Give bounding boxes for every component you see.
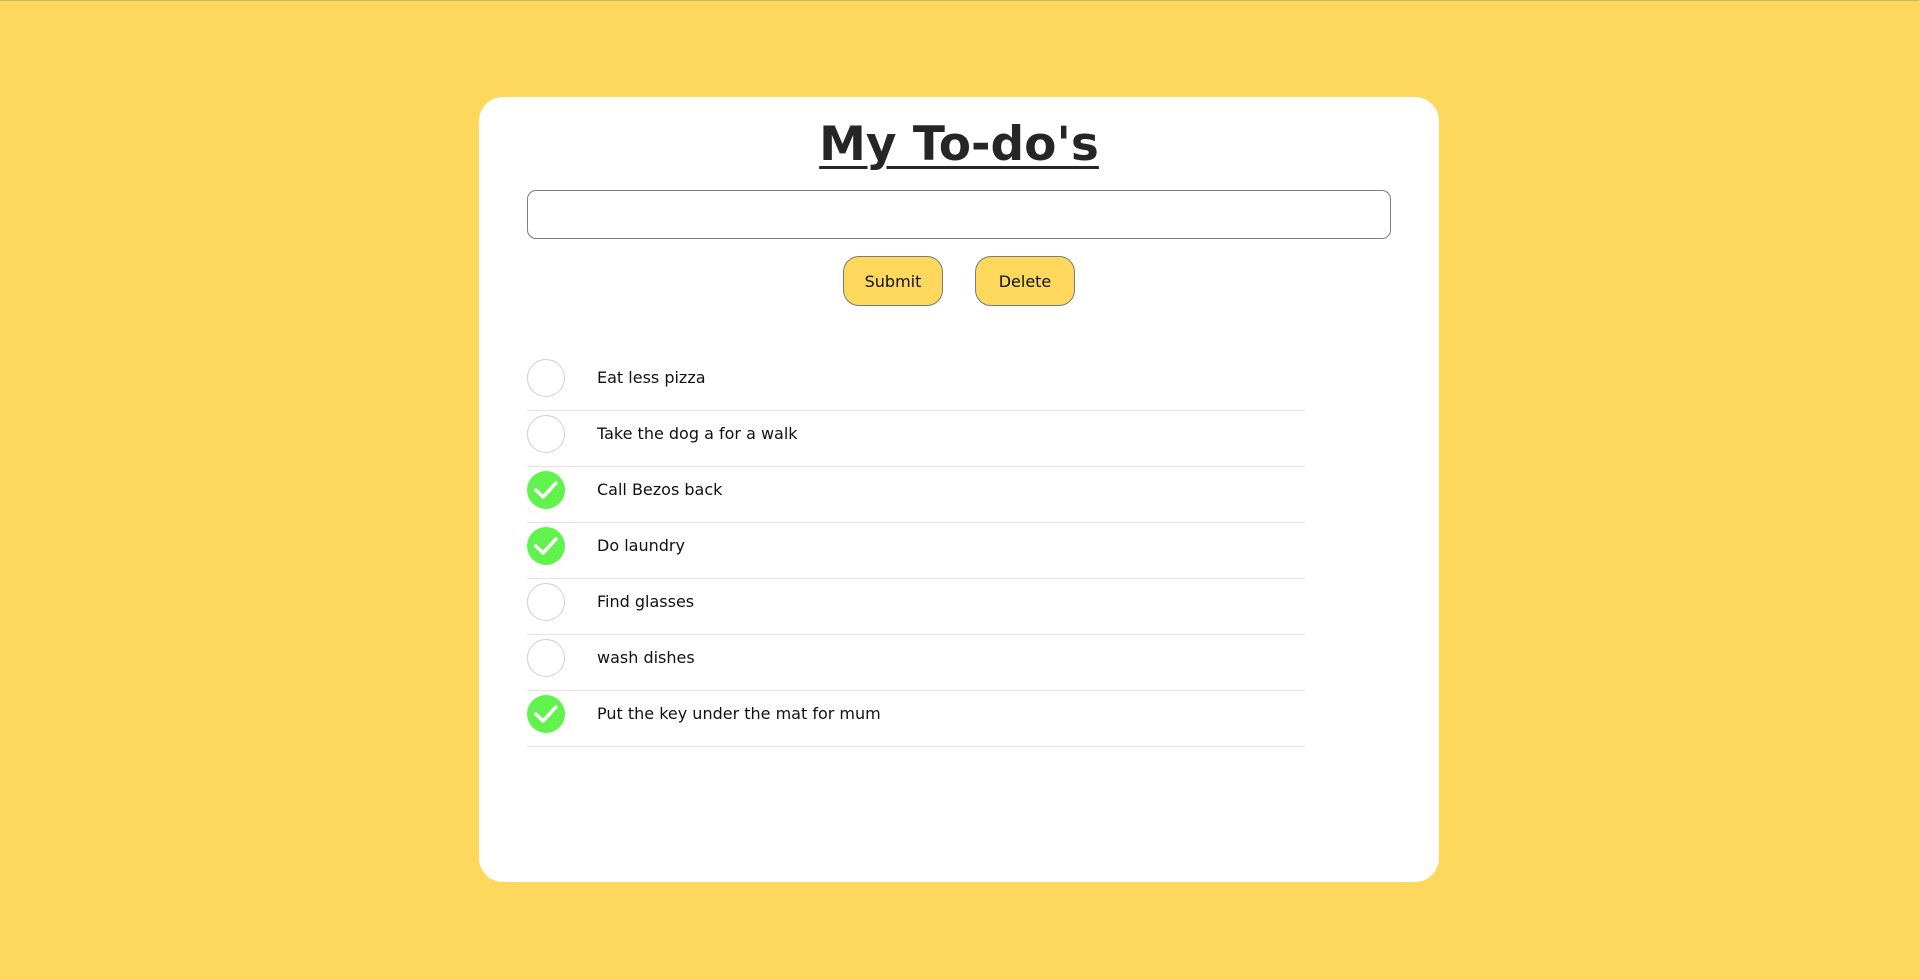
- delete-button[interactable]: Delete: [975, 256, 1075, 306]
- todo-item: Put the key under the mat for mum: [527, 691, 1305, 747]
- todo-checkbox[interactable]: [527, 639, 565, 677]
- todo-item: wash dishes: [527, 635, 1305, 691]
- todo-list: Eat less pizza Take the dog a for a walk…: [527, 355, 1305, 747]
- todo-checkbox[interactable]: [527, 583, 565, 621]
- todo-checkbox[interactable]: [527, 527, 565, 565]
- todo-text: Call Bezos back: [597, 480, 723, 499]
- checkmark-icon: [534, 537, 558, 555]
- todo-text: Do laundry: [597, 536, 685, 555]
- top-border-line: [0, 0, 1919, 1]
- checkmark-icon: [534, 705, 558, 723]
- todo-input[interactable]: [527, 190, 1391, 239]
- todo-item: Do laundry: [527, 523, 1305, 579]
- checkmark-icon: [534, 481, 558, 499]
- page-title: My To-do's: [819, 117, 1099, 172]
- todo-checkbox[interactable]: [527, 695, 565, 733]
- todo-text: wash dishes: [597, 648, 695, 667]
- todo-item: Eat less pizza: [527, 355, 1305, 411]
- todo-text: Take the dog a for a walk: [597, 424, 798, 443]
- todo-item: Take the dog a for a walk: [527, 411, 1305, 467]
- todo-text: Eat less pizza: [597, 368, 706, 387]
- todo-checkbox[interactable]: [527, 415, 565, 453]
- submit-button[interactable]: Submit: [843, 256, 943, 306]
- todo-text: Put the key under the mat for mum: [597, 704, 881, 723]
- todo-item: Call Bezos back: [527, 467, 1305, 523]
- todo-text: Find glasses: [597, 592, 695, 611]
- todo-checkbox[interactable]: [527, 471, 565, 509]
- todo-card: My To-do's Submit Delete Eat less pizza …: [479, 97, 1439, 882]
- todo-item: Find glasses: [527, 579, 1305, 635]
- todo-checkbox[interactable]: [527, 359, 565, 397]
